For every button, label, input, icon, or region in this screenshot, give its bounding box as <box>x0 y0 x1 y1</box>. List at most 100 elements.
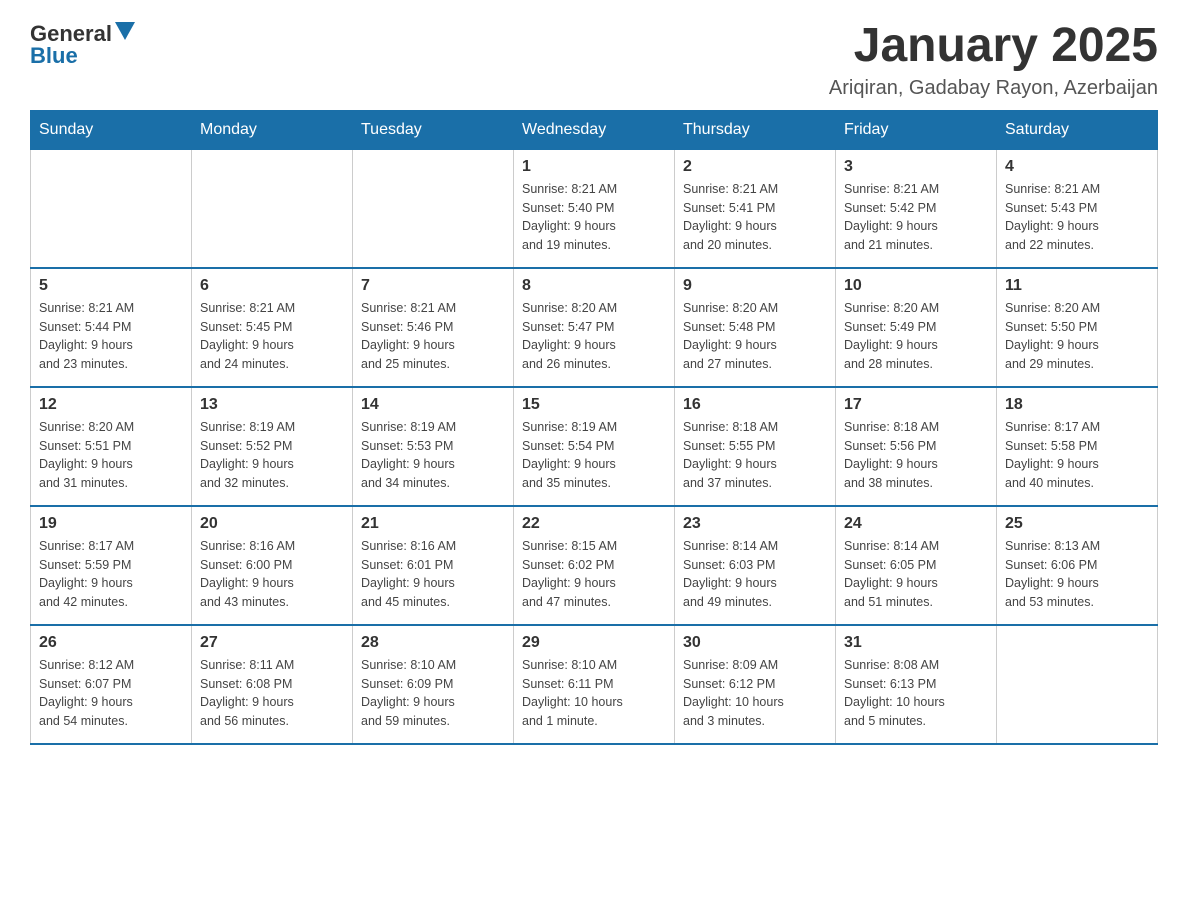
calendar-body: 1 Sunrise: 8:21 AM Sunset: 5:40 PM Daylig… <box>31 149 1158 744</box>
calendar-cell: 18Sunrise: 8:17 AM Sunset: 5:58 PM Dayli… <box>997 387 1158 506</box>
cell-sun-info: Sunrise: 8:18 AM Sunset: 5:56 PM Dayligh… <box>844 418 988 493</box>
cell-sun-info: Sunrise: 8:21 AM Sunset: 5:46 PM Dayligh… <box>361 299 505 374</box>
cell-day-number: 7 <box>361 277 505 295</box>
cell-sun-info: Sunrise: 8:14 AM Sunset: 6:05 PM Dayligh… <box>844 537 988 612</box>
calendar-cell: 7 Sunrise: 8:21 AM Sunset: 5:46 PM Daylig… <box>353 268 514 387</box>
calendar-cell: 15 Sunrise: 8:19 AM Sunset: 5:54 PM Dayli… <box>514 387 675 506</box>
cell-sun-info: Sunrise: 8:21 AM Sunset: 5:45 PM Dayligh… <box>200 299 344 374</box>
calendar-cell: 9 Sunrise: 8:20 AM Sunset: 5:48 PM Daylig… <box>675 268 836 387</box>
cell-day-number: 16 <box>683 396 827 414</box>
cell-day-number: 1 <box>522 158 666 176</box>
calendar-cell: 3 Sunrise: 8:21 AM Sunset: 5:42 PM Daylig… <box>836 149 997 268</box>
calendar-cell: 4Sunrise: 8:21 AM Sunset: 5:43 PM Daylig… <box>997 149 1158 268</box>
calendar-cell: 19 Sunrise: 8:17 AM Sunset: 5:59 PM Dayli… <box>31 506 192 625</box>
cell-day-number: 19 <box>39 515 183 533</box>
cell-sun-info: Sunrise: 8:20 AM Sunset: 5:51 PM Dayligh… <box>39 418 183 493</box>
calendar-cell: 24Sunrise: 8:14 AM Sunset: 6:05 PM Dayli… <box>836 506 997 625</box>
cell-day-number: 18 <box>1005 396 1149 414</box>
cell-day-number: 25 <box>1005 515 1149 533</box>
calendar-table: SundayMondayTuesdayWednesdayThursdayFrid… <box>30 110 1158 745</box>
cell-sun-info: Sunrise: 8:21 AM Sunset: 5:42 PM Dayligh… <box>844 180 988 255</box>
logo-blue-text: Blue <box>30 43 78 69</box>
weekday-header-row: SundayMondayTuesdayWednesdayThursdayFrid… <box>31 110 1158 149</box>
calendar-cell: 12 Sunrise: 8:20 AM Sunset: 5:51 PM Dayli… <box>31 387 192 506</box>
weekday-header-saturday: Saturday <box>997 110 1158 149</box>
calendar-cell: 13Sunrise: 8:19 AM Sunset: 5:52 PM Dayli… <box>192 387 353 506</box>
logo-arrow-icon <box>115 22 135 42</box>
calendar-cell: 2 Sunrise: 8:21 AM Sunset: 5:41 PM Daylig… <box>675 149 836 268</box>
calendar-cell: 8 Sunrise: 8:20 AM Sunset: 5:47 PM Daylig… <box>514 268 675 387</box>
cell-day-number: 27 <box>200 634 344 652</box>
calendar-cell: 26 Sunrise: 8:12 AM Sunset: 6:07 PM Dayli… <box>31 625 192 744</box>
cell-day-number: 8 <box>522 277 666 295</box>
cell-sun-info: Sunrise: 8:16 AM Sunset: 6:01 PM Dayligh… <box>361 537 505 612</box>
calendar-header: SundayMondayTuesdayWednesdayThursdayFrid… <box>31 110 1158 149</box>
calendar-cell: 28 Sunrise: 8:10 AM Sunset: 6:09 PM Dayli… <box>353 625 514 744</box>
cell-day-number: 2 <box>683 158 827 176</box>
weekday-header-tuesday: Tuesday <box>353 110 514 149</box>
weekday-header-sunday: Sunday <box>31 110 192 149</box>
calendar-week-2: 5Sunrise: 8:21 AM Sunset: 5:44 PM Daylig… <box>31 268 1158 387</box>
cell-sun-info: Sunrise: 8:20 AM Sunset: 5:47 PM Dayligh… <box>522 299 666 374</box>
calendar-cell: 1 Sunrise: 8:21 AM Sunset: 5:40 PM Daylig… <box>514 149 675 268</box>
cell-sun-info: Sunrise: 8:21 AM Sunset: 5:40 PM Dayligh… <box>522 180 666 255</box>
cell-sun-info: Sunrise: 8:14 AM Sunset: 6:03 PM Dayligh… <box>683 537 827 612</box>
cell-sun-info: Sunrise: 8:15 AM Sunset: 6:02 PM Dayligh… <box>522 537 666 612</box>
cell-sun-info: Sunrise: 8:20 AM Sunset: 5:48 PM Dayligh… <box>683 299 827 374</box>
cell-day-number: 26 <box>39 634 183 652</box>
calendar-cell <box>31 149 192 268</box>
cell-day-number: 15 <box>522 396 666 414</box>
cell-day-number: 10 <box>844 277 988 295</box>
calendar-cell <box>192 149 353 268</box>
page-title: January 2025 <box>829 20 1158 73</box>
cell-day-number: 6 <box>200 277 344 295</box>
cell-sun-info: Sunrise: 8:12 AM Sunset: 6:07 PM Dayligh… <box>39 656 183 731</box>
cell-day-number: 31 <box>844 634 988 652</box>
calendar-cell: 27 Sunrise: 8:11 AM Sunset: 6:08 PM Dayli… <box>192 625 353 744</box>
calendar-cell: 29 Sunrise: 8:10 AM Sunset: 6:11 PM Dayli… <box>514 625 675 744</box>
cell-sun-info: Sunrise: 8:16 AM Sunset: 6:00 PM Dayligh… <box>200 537 344 612</box>
cell-sun-info: Sunrise: 8:21 AM Sunset: 5:44 PM Dayligh… <box>39 299 183 374</box>
cell-day-number: 12 <box>39 396 183 414</box>
cell-sun-info: Sunrise: 8:20 AM Sunset: 5:50 PM Dayligh… <box>1005 299 1149 374</box>
cell-sun-info: Sunrise: 8:08 AM Sunset: 6:13 PM Dayligh… <box>844 656 988 731</box>
calendar-cell: 30Sunrise: 8:09 AM Sunset: 6:12 PM Dayli… <box>675 625 836 744</box>
cell-sun-info: Sunrise: 8:19 AM Sunset: 5:52 PM Dayligh… <box>200 418 344 493</box>
cell-sun-info: Sunrise: 8:11 AM Sunset: 6:08 PM Dayligh… <box>200 656 344 731</box>
calendar-cell: 14Sunrise: 8:19 AM Sunset: 5:53 PM Dayli… <box>353 387 514 506</box>
cell-day-number: 20 <box>200 515 344 533</box>
cell-sun-info: Sunrise: 8:17 AM Sunset: 5:59 PM Dayligh… <box>39 537 183 612</box>
weekday-header-wednesday: Wednesday <box>514 110 675 149</box>
calendar-week-4: 19 Sunrise: 8:17 AM Sunset: 5:59 PM Dayli… <box>31 506 1158 625</box>
cell-day-number: 17 <box>844 396 988 414</box>
page-header: General Blue January 2025 Ariqiran, Gada… <box>30 20 1158 100</box>
cell-sun-info: Sunrise: 8:21 AM Sunset: 5:41 PM Dayligh… <box>683 180 827 255</box>
calendar-cell: 5Sunrise: 8:21 AM Sunset: 5:44 PM Daylig… <box>31 268 192 387</box>
cell-sun-info: Sunrise: 8:18 AM Sunset: 5:55 PM Dayligh… <box>683 418 827 493</box>
cell-day-number: 23 <box>683 515 827 533</box>
cell-sun-info: Sunrise: 8:20 AM Sunset: 5:49 PM Dayligh… <box>844 299 988 374</box>
logo: General Blue <box>30 20 135 69</box>
cell-day-number: 22 <box>522 515 666 533</box>
calendar-cell: 31 Sunrise: 8:08 AM Sunset: 6:13 PM Dayli… <box>836 625 997 744</box>
calendar-cell: 6 Sunrise: 8:21 AM Sunset: 5:45 PM Daylig… <box>192 268 353 387</box>
cell-sun-info: Sunrise: 8:10 AM Sunset: 6:11 PM Dayligh… <box>522 656 666 731</box>
calendar-cell: 23 Sunrise: 8:14 AM Sunset: 6:03 PM Dayli… <box>675 506 836 625</box>
calendar-cell: 16 Sunrise: 8:18 AM Sunset: 5:55 PM Dayli… <box>675 387 836 506</box>
weekday-header-monday: Monday <box>192 110 353 149</box>
cell-sun-info: Sunrise: 8:19 AM Sunset: 5:54 PM Dayligh… <box>522 418 666 493</box>
page-subtitle: Ariqiran, Gadabay Rayon, Azerbaijan <box>829 77 1158 100</box>
cell-day-number: 3 <box>844 158 988 176</box>
cell-day-number: 9 <box>683 277 827 295</box>
cell-day-number: 4 <box>1005 158 1149 176</box>
calendar-cell: 21Sunrise: 8:16 AM Sunset: 6:01 PM Dayli… <box>353 506 514 625</box>
calendar-cell: 10 Sunrise: 8:20 AM Sunset: 5:49 PM Dayli… <box>836 268 997 387</box>
cell-day-number: 29 <box>522 634 666 652</box>
calendar-cell: 22 Sunrise: 8:15 AM Sunset: 6:02 PM Dayli… <box>514 506 675 625</box>
cell-sun-info: Sunrise: 8:09 AM Sunset: 6:12 PM Dayligh… <box>683 656 827 731</box>
title-block: January 2025 Ariqiran, Gadabay Rayon, Az… <box>829 20 1158 100</box>
cell-sun-info: Sunrise: 8:10 AM Sunset: 6:09 PM Dayligh… <box>361 656 505 731</box>
calendar-cell <box>353 149 514 268</box>
cell-day-number: 14 <box>361 396 505 414</box>
cell-day-number: 28 <box>361 634 505 652</box>
